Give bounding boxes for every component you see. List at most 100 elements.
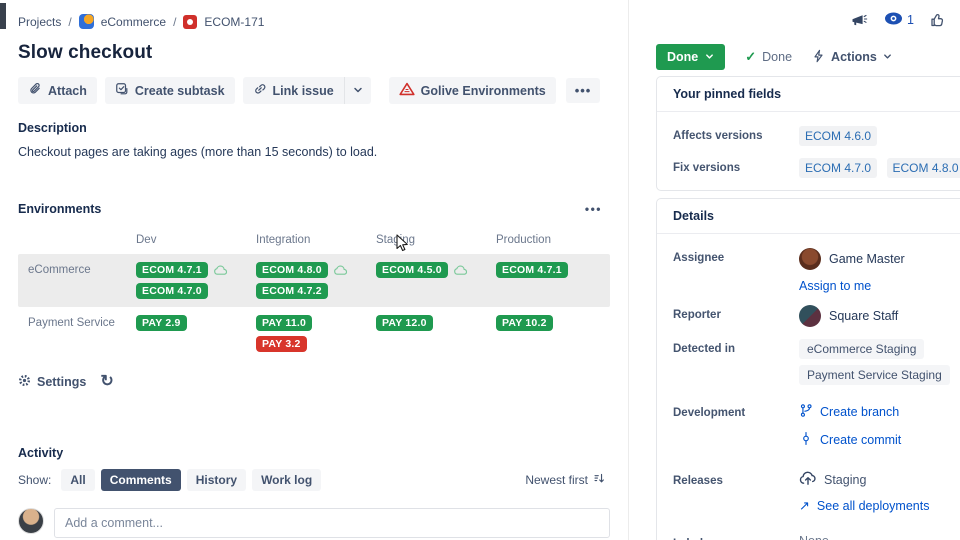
page-title: Slow checkout [18, 42, 610, 64]
create-subtask-button[interactable]: Create subtask [105, 77, 235, 104]
vote-thumbs-up-icon[interactable] [930, 12, 946, 28]
chevron-down-icon [883, 50, 892, 64]
reporter-value[interactable]: Square Staff [799, 305, 960, 327]
eye-icon [884, 12, 903, 28]
reporter-avatar [799, 305, 821, 327]
version-chip[interactable]: ECOM 4.7.2 [256, 283, 328, 299]
version-chip[interactable]: PAY 11.0 [256, 315, 312, 331]
pinned-fields-heading: Your pinned fields [657, 77, 960, 112]
column-header-dev: Dev [136, 230, 256, 254]
reporter-name: Square Staff [829, 309, 898, 323]
current-user-avatar [18, 508, 44, 534]
sort-label: Newest first [525, 473, 588, 487]
breadcrumb-projects[interactable]: Projects [18, 15, 61, 29]
version-chip[interactable]: ECOM 4.8.0 [256, 262, 328, 278]
golive-environments-button[interactable]: Golive Environments [389, 77, 556, 104]
environments-table: Dev Integration Staging Production eComm… [18, 230, 610, 360]
description-heading: Description [18, 121, 610, 135]
more-actions-button[interactable]: ••• [566, 78, 601, 103]
assign-to-me-link[interactable]: Assign to me [799, 279, 871, 293]
status-label: Done [667, 50, 698, 64]
affects-version-chip[interactable]: ECOM 4.6.0 [799, 126, 877, 146]
column-header-production: Production [496, 230, 610, 254]
deployment-cloud-icon [333, 264, 348, 276]
chevron-down-icon [353, 83, 363, 98]
fix-versions-label: Fix versions [673, 158, 799, 178]
project-avatar-icon [79, 14, 94, 29]
version-chip[interactable]: ECOM 4.7.0 [136, 283, 208, 299]
filter-worklog-button[interactable]: Work log [252, 469, 321, 491]
version-chip[interactable]: PAY 12.0 [376, 315, 433, 331]
arrow-up-right-icon: ↗ [799, 498, 810, 514]
cloud-upload-icon [799, 471, 817, 488]
attach-button[interactable]: Attach [18, 77, 97, 104]
sort-order-control[interactable]: Newest first [525, 472, 610, 488]
description-text[interactable]: Checkout pages are taking ages (more tha… [18, 145, 610, 159]
resolution-label: Done [762, 50, 792, 64]
details-card: Details Assignee Game Master Assign to m… [656, 198, 960, 540]
create-subtask-label: Create subtask [135, 84, 225, 98]
git-branch-icon [799, 403, 813, 421]
link-issue-caret-button[interactable] [344, 77, 371, 104]
version-chip[interactable]: ECOM 4.5.0 [376, 262, 448, 278]
description-section: Description Checkout pages are taking ag… [18, 121, 610, 159]
watch-vote-toolbar: 1 [850, 12, 946, 28]
assignee-value[interactable]: Game Master [799, 248, 960, 270]
sort-descending-icon [593, 472, 606, 488]
details-heading: Details [657, 199, 960, 234]
version-chip[interactable]: PAY 2.9 [136, 315, 187, 331]
settings-button[interactable]: Settings [18, 374, 86, 390]
feedback-megaphone-icon[interactable] [850, 12, 868, 28]
environments-heading: Environments [18, 202, 101, 216]
column-header-staging: Staging [376, 230, 496, 254]
column-header-integration: Integration [256, 230, 376, 254]
version-chip[interactable]: ECOM 4.7.1 [496, 262, 568, 278]
link-issue-button[interactable]: Link issue [243, 77, 344, 104]
detected-in-chip[interactable]: Payment Service Staging [799, 365, 950, 385]
paperclip-icon [28, 82, 42, 99]
watchers-button[interactable]: 1 [884, 12, 914, 28]
refresh-icon[interactable]: ↻ [100, 374, 113, 390]
golive-label: Golive Environments [421, 84, 546, 98]
version-chip[interactable]: ECOM 4.7.1 [136, 262, 208, 278]
deployment-cloud-icon [453, 264, 468, 276]
activity-heading: Activity [18, 446, 610, 460]
add-comment-input[interactable] [54, 508, 610, 538]
fix-version-chip[interactable]: ECOM 4.8.0 [887, 158, 960, 178]
release-environment-label: Staging [824, 473, 866, 487]
check-icon: ✓ [745, 49, 756, 65]
filter-all-button[interactable]: All [61, 469, 94, 491]
environments-more-button[interactable]: ••• [585, 202, 602, 216]
row-label: Payment Service [18, 307, 136, 360]
bug-type-icon [183, 15, 197, 29]
create-branch-link[interactable]: Create branch [799, 403, 960, 421]
status-row: Done ✓ Done Actions [656, 44, 892, 70]
version-chip[interactable]: PAY 10.2 [496, 315, 553, 331]
create-commit-link[interactable]: Create commit [799, 431, 960, 449]
settings-label: Settings [37, 375, 86, 389]
pinned-fields-card: Your pinned fields Affects versions ECOM… [656, 76, 960, 191]
status-dropdown-button[interactable]: Done [656, 44, 725, 70]
version-chip-failed[interactable]: PAY 3.2 [256, 336, 307, 352]
labels-label: Labels [673, 534, 799, 540]
breadcrumb-issue-key[interactable]: ECOM-171 [204, 15, 264, 29]
table-row-payment-service: Payment Service PAY 2.9 PAY 11.0 PAY 3.2… [18, 307, 610, 360]
actions-dropdown-button[interactable]: Actions [812, 49, 892, 66]
attach-label: Attach [48, 84, 87, 98]
see-all-deployments-link[interactable]: ↗ See all deployments [799, 498, 929, 514]
breadcrumb-project[interactable]: eCommerce [101, 15, 166, 29]
lightning-icon [812, 49, 825, 66]
link-icon [253, 82, 267, 99]
breadcrumb: Projects / eCommerce / ECOM-171 [18, 14, 610, 29]
fix-version-chip[interactable]: ECOM 4.7.0 [799, 158, 877, 178]
issue-sidebar: 1 Done ✓ Done Actions Your pinned fields [628, 0, 960, 540]
reporter-label: Reporter [673, 305, 799, 327]
release-environment[interactable]: Staging [799, 471, 960, 488]
environments-section: Environments ••• Dev Integration Staging… [18, 202, 610, 390]
resolution-indicator: ✓ Done [745, 49, 792, 65]
detected-in-chip[interactable]: eCommerce Staging [799, 339, 924, 359]
git-commit-icon [799, 431, 813, 449]
main-content: Projects / eCommerce / ECOM-171 Slow che… [0, 0, 628, 540]
filter-comments-button[interactable]: Comments [101, 469, 181, 491]
filter-history-button[interactable]: History [187, 469, 246, 491]
